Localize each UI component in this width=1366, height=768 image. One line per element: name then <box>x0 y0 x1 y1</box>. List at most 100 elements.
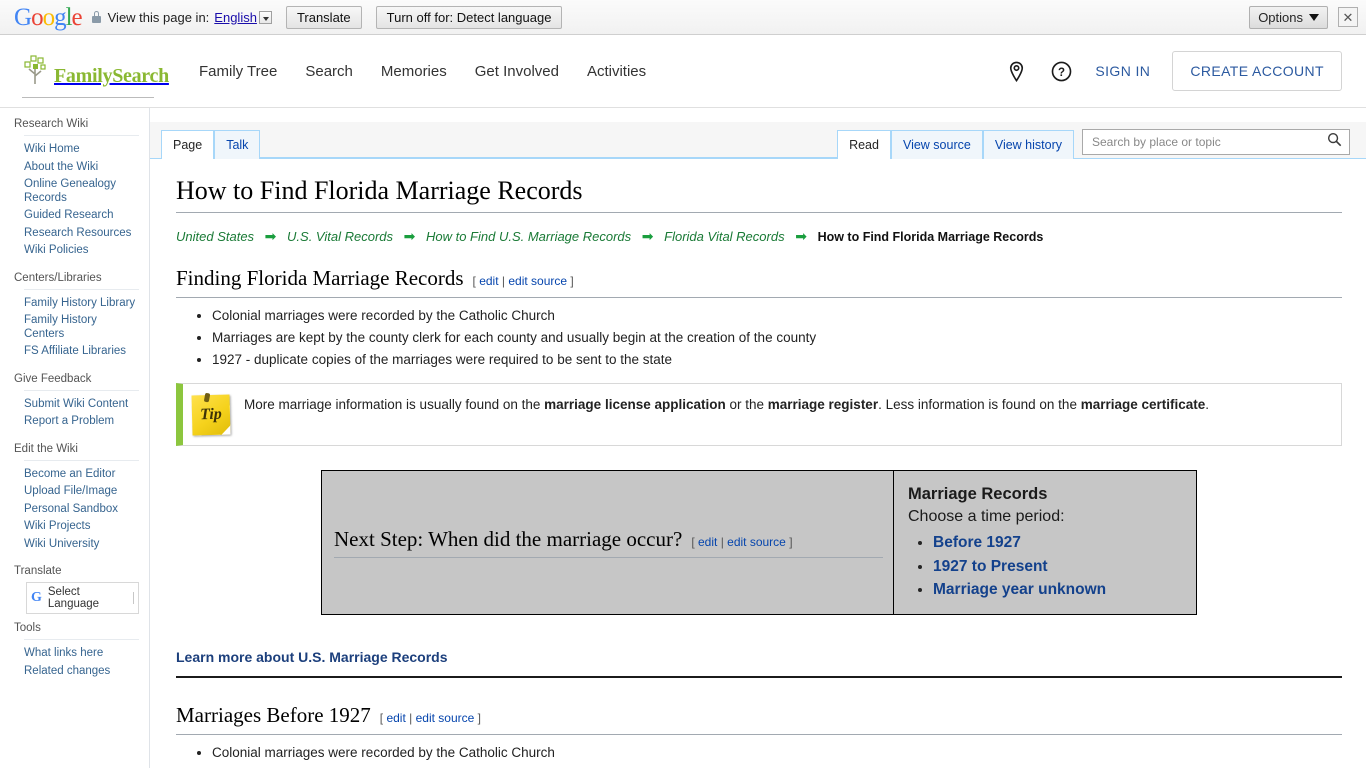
edit-source-link[interactable]: edit source <box>727 535 786 549</box>
tab-view-source[interactable]: View source <box>890 130 983 159</box>
option-marriage-year-unknown[interactable]: Marriage year unknown <box>933 581 1106 598</box>
widget-divider <box>133 592 134 604</box>
nav-activities[interactable]: Activities <box>587 63 646 80</box>
tip-sticky-note-icon: Tip <box>191 392 231 436</box>
google-translate-bar: Google View this page in: English Transl… <box>0 0 1366 35</box>
sign-in-link[interactable]: SIGN IN <box>1095 63 1150 79</box>
edit-link[interactable]: edit <box>698 535 717 549</box>
list-item: 1927 - duplicate copies of the marriages… <box>212 349 1342 371</box>
translate-button[interactable]: Translate <box>285 5 362 29</box>
magnifier-icon[interactable] <box>1327 132 1342 152</box>
marriage-records-options: Before 1927 1927 to Present Marriage yea… <box>908 531 1186 602</box>
sidebar-item-wiki-home[interactable]: Wiki Home <box>24 141 139 159</box>
tip-folded-corner <box>221 425 231 435</box>
sidebar-item-research-resources[interactable]: Research Resources <box>24 225 139 243</box>
sidebar-item-become-an-editor[interactable]: Become an Editor <box>24 466 139 484</box>
wiki-sidebar: Research Wiki Wiki Home About the Wiki O… <box>0 108 150 768</box>
next-step-box: Next Step: When did the marriage occur? [… <box>321 470 1197 615</box>
sidebar-item-upload-file-image[interactable]: Upload File/Image <box>24 483 139 501</box>
language-selected-link[interactable]: English <box>214 10 257 25</box>
breadcrumb-arrow-icon: ➡ <box>795 228 807 245</box>
list-item[interactable]: Before 1927 <box>933 531 1186 555</box>
caret-down-icon <box>1309 13 1319 21</box>
breadcrumb-link-united-states[interactable]: United States <box>176 229 254 244</box>
edit-link[interactable]: edit <box>386 711 405 725</box>
list-item: Colonial marriages were recorded by the … <box>212 305 1342 327</box>
language-selector[interactable]: English <box>214 10 272 25</box>
sidebar-item-guided-research[interactable]: Guided Research <box>24 207 139 225</box>
brand-wordmark: FamilySearch <box>54 65 169 87</box>
option-before-1927[interactable]: Before 1927 <box>933 534 1021 551</box>
tab-view-history[interactable]: View history <box>982 130 1074 159</box>
breadcrumb-link-florida-vital-records[interactable]: Florida Vital Records <box>664 229 784 244</box>
sidebar-item-family-history-library[interactable]: Family History Library <box>24 295 139 313</box>
sidebar-item-fs-affiliate-libraries[interactable]: FS Affiliate Libraries <box>24 343 139 361</box>
tab-read[interactable]: Read <box>837 130 891 159</box>
marriage-records-subtitle: Choose a time period: <box>908 508 1065 526</box>
sidebar-item-submit-wiki-content[interactable]: Submit Wiki Content <box>24 396 139 414</box>
edit-link[interactable]: edit <box>479 274 498 288</box>
help-question-icon[interactable]: ? <box>1050 60 1073 83</box>
sidebar-item-related-changes[interactable]: Related changes <box>24 663 139 681</box>
next-step-section: Next Step: When did the marriage occur? [… <box>176 470 1342 615</box>
section2-bullet-list: Colonial marriages were recorded by the … <box>176 742 1342 764</box>
section1-bullet-list: Colonial marriages were recorded by the … <box>176 305 1342 371</box>
sidebar-item-about-the-wiki[interactable]: About the Wiki <box>24 159 139 177</box>
translate-options-button[interactable]: Options <box>1249 5 1328 29</box>
nav-memories[interactable]: Memories <box>381 63 447 80</box>
section-heading-marriages-before-1927: Marriages Before 1927 [ edit | edit sourc… <box>176 702 1342 735</box>
tip-bold-marriage-license-application: marriage license application <box>544 397 726 413</box>
sidebar-item-wiki-policies[interactable]: Wiki Policies <box>24 242 139 260</box>
next-step-left-panel: Next Step: When did the marriage occur? [… <box>322 471 894 614</box>
lock-icon <box>91 11 101 23</box>
sidebar-group-tools: What links here Related changes <box>24 639 139 680</box>
tab-page[interactable]: Page <box>161 130 215 159</box>
google-g-icon: G <box>31 590 42 605</box>
wiki-search-box[interactable] <box>1082 129 1350 155</box>
breadcrumb: United States ➡ U.S. Vital Records ➡ How… <box>176 227 1342 247</box>
tip-text-part4: . <box>1205 397 1210 413</box>
learn-more-section: Learn more about U.S. Marriage Records <box>176 649 1342 678</box>
breadcrumb-arrow-icon: ➡ <box>403 228 416 245</box>
sidebar-group-give-feedback: Submit Wiki Content Report a Problem <box>24 389 139 431</box>
next-step-heading: Next Step: When did the marriage occur? [… <box>334 526 883 559</box>
option-1927-to-present[interactable]: 1927 to Present <box>933 558 1048 575</box>
sidebar-item-wiki-projects[interactable]: Wiki Projects <box>24 518 139 536</box>
tip-bold-marriage-register: marriage register <box>767 397 879 413</box>
familysearch-logo[interactable]: FamilySearch <box>22 54 169 98</box>
chevron-down-icon[interactable] <box>258 10 272 24</box>
breadcrumb-link-how-to-find-us-marriage-records[interactable]: How to Find U.S. Marriage Records <box>426 229 631 244</box>
sidebar-heading-centers-libraries: Centers/Libraries <box>14 271 102 284</box>
sidebar-heading-edit-the-wiki: Edit the Wiki <box>14 442 78 455</box>
sidebar-item-family-history-centers[interactable]: Family History Centers <box>24 312 139 343</box>
sidebar-item-wiki-university[interactable]: Wiki University <box>24 536 139 554</box>
nav-family-tree[interactable]: Family Tree <box>199 63 277 80</box>
breadcrumb-link-us-vital-records[interactable]: U.S. Vital Records <box>287 229 393 244</box>
learn-more-link[interactable]: Learn more about U.S. Marriage Records <box>176 649 448 665</box>
edit-source-link[interactable]: edit source <box>508 274 567 288</box>
list-item[interactable]: Marriage year unknown <box>933 578 1186 602</box>
wiki-tab-bar: Page Talk Read View source View history <box>150 122 1366 159</box>
list-item[interactable]: 1927 to Present <box>933 555 1186 579</box>
edit-source-link[interactable]: edit source <box>416 711 475 725</box>
create-account-button[interactable]: CREATE ACCOUNT <box>1172 51 1342 91</box>
section-heading-text: Finding Florida Marriage Records <box>176 265 464 290</box>
location-pin-icon[interactable] <box>1005 60 1028 83</box>
close-translate-bar-button[interactable]: ✕ <box>1338 7 1358 27</box>
select-language-widget[interactable]: G Select Language <box>26 582 139 614</box>
next-step-heading-text: Next Step: When did the marriage occur? <box>334 527 683 552</box>
nav-search[interactable]: Search <box>305 63 353 80</box>
breadcrumb-arrow-icon: ➡ <box>641 228 654 245</box>
sidebar-item-online-genealogy-records[interactable]: Online Genealogy Records <box>24 176 139 207</box>
logo-underline <box>22 97 154 98</box>
sidebar-group-centers-libraries: Family History Library Family History Ce… <box>24 288 139 361</box>
breadcrumb-arrow-icon: ➡ <box>264 228 277 245</box>
sidebar-item-personal-sandbox[interactable]: Personal Sandbox <box>24 501 139 519</box>
turn-off-translate-button[interactable]: Turn off for: Detect language <box>375 5 563 29</box>
search-input[interactable] <box>1090 134 1327 150</box>
sidebar-item-what-links-here[interactable]: What links here <box>24 645 139 663</box>
nav-get-involved[interactable]: Get Involved <box>475 63 559 80</box>
tab-talk[interactable]: Talk <box>214 130 261 159</box>
sidebar-group-research-wiki: Wiki Home About the Wiki Online Genealog… <box>24 135 139 260</box>
sidebar-item-report-a-problem[interactable]: Report a Problem <box>24 413 139 431</box>
